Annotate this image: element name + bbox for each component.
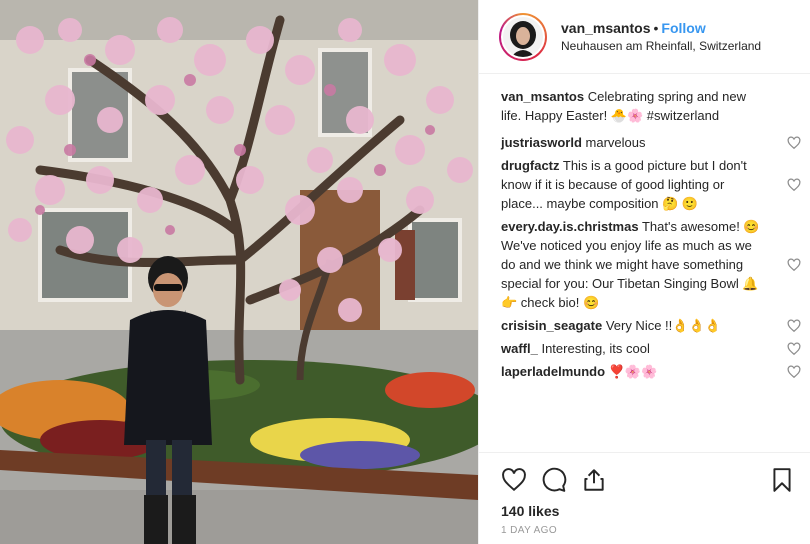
comment-text: Very Nice !!👌👌👌 — [605, 318, 721, 333]
comment-like-heart-icon[interactable] — [787, 318, 801, 333]
likes-count[interactable]: 140 likes — [501, 503, 559, 519]
action-bar: 140 likes 1 DAY AGO — [479, 452, 810, 544]
comment-username-link[interactable]: drugfactz — [501, 158, 560, 173]
header-username-link[interactable]: van_msantos — [561, 20, 650, 36]
comments-list: van_msantos Celebrating spring and new l… — [501, 87, 801, 385]
profile-picture-icon — [503, 17, 543, 57]
comment-item: justriasworld marvelous — [501, 133, 801, 152]
comment-item: laperladelmundo ❣️🌸🌸 — [501, 362, 801, 381]
comment-item: crisisin_seagate Very Nice !!👌👌👌 — [501, 316, 801, 335]
comment-bubble-icon[interactable] — [541, 467, 567, 493]
post-timestamp[interactable]: 1 DAY AGO — [501, 525, 557, 536]
comment-item: waffl_ Interesting, its cool — [501, 339, 801, 358]
comment-username-link[interactable]: every.day.is.christmas — [501, 219, 639, 234]
heart-outline-icon[interactable] — [501, 467, 527, 493]
header-title-line: van_msantos • Follow — [561, 20, 706, 36]
comment-like-heart-icon[interactable] — [787, 177, 801, 192]
comment-text: Interesting, its cool — [541, 341, 650, 356]
comment-username-link[interactable]: van_msantos — [501, 89, 584, 104]
post-header: van_msantos • Follow Neuhausen am Rheinfal… — [479, 0, 810, 74]
comment-username-link[interactable]: crisisin_seagate — [501, 318, 602, 333]
comment-item: drugfactz This is a good picture but I d… — [501, 156, 801, 213]
comment-text: ❣️🌸🌸 — [608, 364, 658, 379]
post-sidebar: van_msantos • Follow Neuhausen am Rheinfal… — [478, 0, 810, 544]
comment-username-link[interactable]: laperladelmundo — [501, 364, 605, 379]
bookmark-icon[interactable] — [769, 467, 795, 493]
photo-illustration — [0, 0, 478, 544]
caption: van_msantos Celebrating spring and new l… — [501, 87, 801, 125]
follow-button[interactable]: Follow — [661, 20, 705, 36]
comment-like-heart-icon[interactable] — [787, 341, 801, 356]
comment-item: every.day.is.christmas That's awesome! 😊… — [501, 217, 801, 312]
post-photo[interactable] — [0, 0, 478, 544]
comment-text: marvelous — [585, 135, 646, 150]
comment-username-link[interactable]: justriasworld — [501, 135, 582, 150]
comment-like-heart-icon[interactable] — [787, 257, 801, 272]
instagram-post: van_msantos • Follow Neuhausen am Rheinfal… — [0, 0, 810, 544]
comment-username-link[interactable]: waffl_ — [501, 341, 538, 356]
comment-like-heart-icon[interactable] — [787, 364, 801, 379]
share-icon[interactable] — [581, 467, 607, 493]
location-link[interactable]: Neuhausen am Rheinfall, Switzerland — [561, 39, 761, 53]
separator-dot: • — [653, 20, 659, 36]
comment-like-heart-icon[interactable] — [787, 135, 801, 150]
avatar[interactable] — [499, 13, 547, 61]
